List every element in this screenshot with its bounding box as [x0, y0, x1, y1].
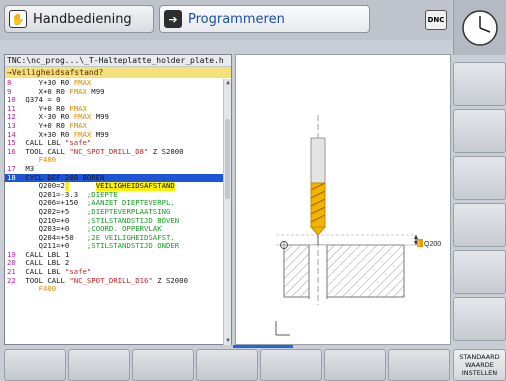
softkey-bottom-6[interactable]: [324, 349, 386, 381]
help-graphic: I Q200: [235, 54, 451, 345]
softkey-bottom-5[interactable]: [260, 349, 322, 381]
program-line[interactable]: F400: [5, 156, 224, 165]
scroll-down-icon[interactable]: ▼: [224, 337, 232, 345]
line-number: [5, 199, 21, 208]
softkey-right-4[interactable]: [453, 203, 506, 247]
program-editor: TNC:\nc_prog...\_T-Halteplatte_holder_pl…: [4, 54, 232, 345]
clock: [453, 0, 506, 55]
softkey-bottom-1[interactable]: [4, 349, 66, 381]
softkey-right-5[interactable]: [453, 250, 506, 294]
input-prompt: →Veiligheidsafstand?: [5, 67, 231, 78]
line-number: 16: [7, 146, 16, 156]
code-token: F400: [21, 284, 57, 294]
softkey-right-6[interactable]: [453, 297, 506, 341]
line-number: [5, 191, 21, 200]
softkey-bottom-4[interactable]: [196, 349, 258, 381]
line-number: 18: [7, 172, 16, 182]
line-number: [5, 217, 21, 226]
workpiece: [283, 244, 405, 298]
drilling-cycle-diagram: I Q200: [275, 115, 441, 336]
tab-programming[interactable]: ➔ Programmeren: [159, 5, 370, 33]
softkey-bottom-7[interactable]: [388, 349, 450, 381]
scroll-thumb[interactable]: [225, 119, 230, 199]
mode-bar: ✋ Handbediening ➔ Programmeren DNC: [0, 0, 452, 40]
q200-label: Q200: [424, 241, 441, 248]
program-scrollbar[interactable]: ▲ ▼: [223, 79, 231, 345]
scroll-up-icon[interactable]: ▲: [224, 79, 232, 87]
clock-icon: [462, 9, 498, 46]
dnc-icon: DNC: [425, 10, 447, 30]
svg-text:I: I: [418, 241, 420, 248]
line-number: [5, 225, 21, 234]
tab-programming-label: Programmeren: [188, 11, 285, 27]
softkey-bottom-2[interactable]: [68, 349, 130, 381]
code-token: M99: [86, 86, 105, 96]
softkey-right-2[interactable]: [453, 109, 506, 153]
code-token: M99: [91, 129, 109, 139]
tab-manual-operation[interactable]: ✋ Handbediening: [4, 5, 154, 33]
code-token: ;STILSTANDSTIJD ONDER: [86, 241, 180, 251]
code-token: FMAX: [69, 86, 87, 96]
cnc-screen: ✋ Handbediening ➔ Programmeren DNC TNC:\…: [0, 0, 506, 381]
code-token: M99: [91, 112, 109, 122]
line-number: [5, 285, 21, 294]
softkey-right-3[interactable]: [453, 156, 506, 200]
program-line[interactable]: F400: [5, 285, 224, 294]
code-token: Z S2000: [152, 275, 188, 285]
programming-icon: ➔: [164, 10, 182, 28]
dnc-label: DNC: [427, 16, 445, 24]
code-token: Z S2000: [148, 146, 184, 156]
line-number: [5, 182, 21, 191]
program-lines[interactable]: 8 Y+30 R0 FMAX 9 X+0 R0 FMAX M99 10 Q374 =…: [5, 79, 224, 345]
line-number: [5, 208, 21, 217]
hand-icon: ✋: [9, 10, 27, 28]
softkey-bottom-3[interactable]: [132, 349, 194, 381]
set-default-value-button[interactable]: STANDAARD WAARDE INSTELLEN: [453, 349, 506, 381]
softkey-right-1[interactable]: [453, 62, 506, 106]
line-number: [5, 234, 21, 243]
program-path: TNC:\nc_prog...\_T-Halteplatte_holder_pl…: [5, 55, 231, 67]
drill-shank: [310, 137, 326, 184]
tab-manual-operation-label: Handbediening: [33, 11, 132, 27]
code-token: "NC_SPOT_DRILL_D8": [69, 146, 149, 156]
code-token: "NC_SPOT_DRILL_D16": [69, 275, 153, 285]
set-default-value-label: STANDAARD WAARDE INSTELLEN: [459, 353, 500, 377]
line-number: 22: [7, 275, 16, 285]
page-indicator: [233, 345, 293, 348]
